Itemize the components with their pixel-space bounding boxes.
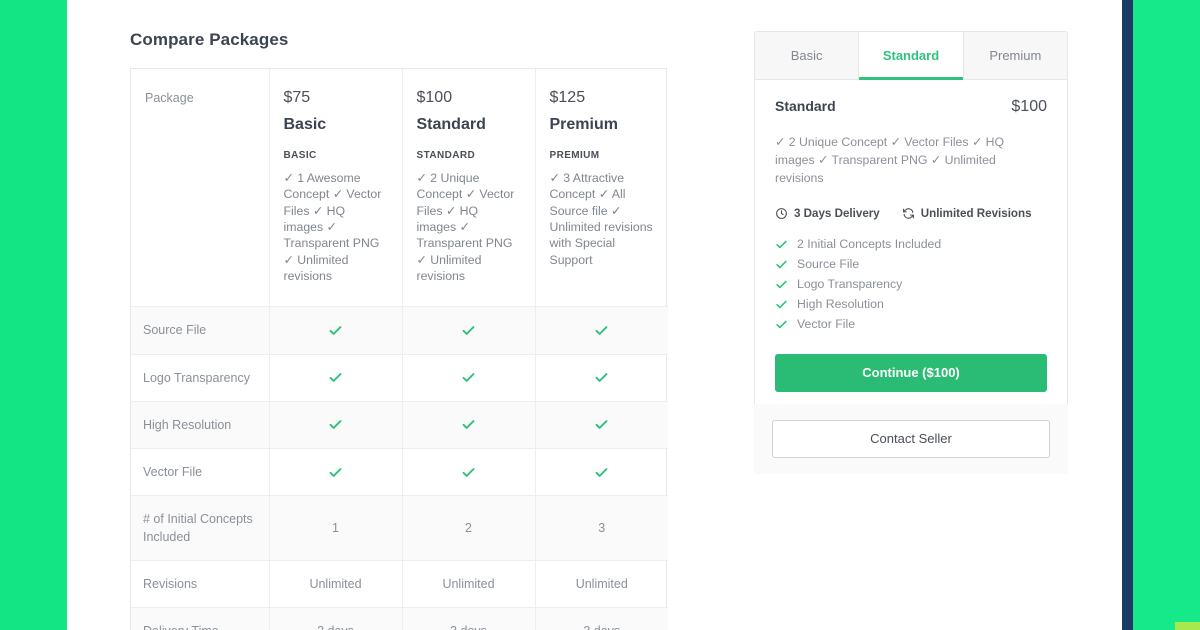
list-item: 2 Initial Concepts Included bbox=[775, 234, 1047, 254]
feature-label: Vector File bbox=[797, 317, 856, 332]
row-value: Unlimited bbox=[535, 560, 668, 609]
list-item: Source File bbox=[775, 254, 1047, 274]
row-label: Logo Transparency bbox=[131, 354, 270, 402]
package-price: $125 bbox=[549, 89, 586, 106]
decorative-band-navy bbox=[1122, 0, 1133, 630]
table-header-row: Package $75 Basic BASIC ✓ 1 Awesome Concept … bbox=[131, 69, 668, 308]
check-icon bbox=[775, 298, 788, 311]
row-label: High Resolution bbox=[131, 401, 270, 449]
contact-seller-panel: Contact Seller bbox=[754, 404, 1068, 474]
package-summary-row: Standard $100 bbox=[775, 98, 1047, 116]
package-name: Standard bbox=[416, 116, 486, 133]
check-icon bbox=[535, 448, 668, 496]
package-feature-list: 2 Initial Concepts Included Source File Lo… bbox=[775, 234, 1047, 334]
check-icon bbox=[775, 258, 788, 271]
package-detail-card: Basic Standard Premium Standard $100 ✓ 2 U… bbox=[754, 31, 1068, 437]
page-title: Compare Packages bbox=[130, 30, 289, 49]
feature-label: High Resolution bbox=[797, 297, 884, 312]
package-meta-row: 3 Days Delivery Unlimited Revisions bbox=[775, 207, 1047, 220]
delivery-time-meta: 3 Days Delivery bbox=[775, 207, 880, 220]
tab-premium[interactable]: Premium bbox=[963, 32, 1067, 79]
package-tag: BASIC bbox=[283, 150, 317, 161]
row-value: 3 days bbox=[402, 607, 536, 630]
package-header-cell: $100 Standard STANDARD ✓ 2 Unique Concept ✓… bbox=[402, 69, 536, 308]
package-detail-body: Standard $100 ✓ 2 Unique Concept ✓ Vecto… bbox=[755, 80, 1067, 435]
revisions-label: Unlimited Revisions bbox=[920, 207, 1032, 221]
page-content: Compare Packages Package $75 Basic BASIC ✓ 1… bbox=[67, 0, 1122, 630]
row-value: Unlimited bbox=[402, 560, 536, 609]
package-description: ✓ 3 Attractive Concept ✓ All Source file… bbox=[549, 171, 653, 267]
check-icon bbox=[775, 318, 788, 331]
decorative-accent-corner bbox=[1175, 622, 1200, 630]
check-icon bbox=[775, 278, 788, 291]
package-name: Basic bbox=[283, 116, 327, 133]
table-row: # of Initial Concepts Included 1 2 3 bbox=[131, 495, 668, 562]
list-item: Vector File bbox=[775, 314, 1047, 334]
list-item: Logo Transparency bbox=[775, 274, 1047, 294]
check-icon bbox=[269, 306, 403, 355]
package-tag: PREMIUM bbox=[549, 150, 600, 161]
row-label: Delivery Time bbox=[131, 607, 270, 630]
feature-label: Logo Transparency bbox=[797, 277, 903, 292]
row-value: 3 bbox=[535, 495, 668, 562]
page-root: Compare Packages Package $75 Basic BASIC ✓ 1… bbox=[0, 0, 1200, 630]
check-icon bbox=[402, 354, 536, 402]
table-row: Delivery Time2 days3 days3 days bbox=[131, 607, 668, 630]
compare-packages-table: Package $75 Basic BASIC ✓ 1 Awesome Concept … bbox=[130, 68, 668, 630]
package-price: $75 bbox=[283, 89, 311, 106]
package-name: Premium bbox=[549, 116, 618, 133]
selected-package-price: $100 bbox=[1011, 98, 1047, 115]
row-value: 2 bbox=[402, 495, 536, 562]
check-icon bbox=[269, 448, 403, 496]
package-tabs: Basic Standard Premium bbox=[755, 32, 1067, 80]
decorative-band-left bbox=[0, 0, 67, 630]
table-row: Vector File bbox=[131, 448, 668, 496]
feature-label: Source File bbox=[797, 257, 860, 272]
decorative-band-right bbox=[1133, 0, 1200, 630]
check-icon bbox=[402, 306, 536, 355]
row-label: Source File bbox=[131, 306, 270, 355]
row-value: Unlimited bbox=[269, 560, 403, 609]
row-label: Vector File bbox=[131, 448, 270, 496]
row-value: 2 days bbox=[269, 607, 403, 630]
clock-icon bbox=[775, 207, 788, 220]
package-description: ✓ 1 Awesome Concept ✓ Vector Files ✓ HQ … bbox=[283, 171, 382, 284]
package-header-cell: $125 Premium PREMIUM ✓ 3 Attractive Concept… bbox=[535, 69, 668, 308]
check-icon bbox=[269, 401, 403, 449]
check-icon bbox=[775, 238, 788, 251]
check-icon bbox=[535, 306, 668, 355]
package-price: $100 bbox=[416, 89, 453, 106]
package-column-header: Package bbox=[131, 69, 270, 308]
package-header-cell: $75 Basic BASIC ✓ 1 Awesome Concept ✓ Vecto… bbox=[269, 69, 403, 308]
row-label: Revisions bbox=[131, 560, 270, 609]
row-value: 1 bbox=[269, 495, 403, 562]
package-description: ✓ 2 Unique Concept ✓ Vector Files ✓ HQ i… bbox=[416, 171, 515, 284]
continue-button[interactable]: Continue ($100) bbox=[775, 354, 1047, 393]
package-tag: STANDARD bbox=[416, 150, 476, 161]
row-value: 3 days bbox=[535, 607, 668, 630]
feature-label: 2 Initial Concepts Included bbox=[797, 237, 942, 252]
check-icon bbox=[402, 448, 536, 496]
table-row: Source File bbox=[131, 306, 668, 355]
row-label: # of Initial Concepts Included bbox=[131, 495, 270, 562]
revisions-meta: Unlimited Revisions bbox=[902, 207, 1032, 220]
check-icon bbox=[535, 354, 668, 402]
tab-basic[interactable]: Basic bbox=[755, 32, 860, 79]
table-row: Revisions Unlimited Unlimited Unlimited bbox=[131, 560, 668, 609]
table-row: High Resolution bbox=[131, 401, 668, 449]
check-icon bbox=[269, 354, 403, 402]
refresh-icon bbox=[902, 207, 915, 220]
tab-standard[interactable]: Standard bbox=[859, 32, 964, 80]
check-icon bbox=[535, 401, 668, 449]
check-icon bbox=[402, 401, 536, 449]
selected-package-description: ✓ 2 Unique Concept ✓ Vector Files ✓ HQ i… bbox=[775, 135, 1005, 185]
delivery-time-label: 3 Days Delivery bbox=[794, 207, 880, 221]
selected-package-name: Standard bbox=[775, 98, 836, 114]
table-row: Logo Transparency bbox=[131, 354, 668, 402]
list-item: High Resolution bbox=[775, 294, 1047, 314]
contact-seller-button[interactable]: Contact Seller bbox=[772, 420, 1050, 458]
